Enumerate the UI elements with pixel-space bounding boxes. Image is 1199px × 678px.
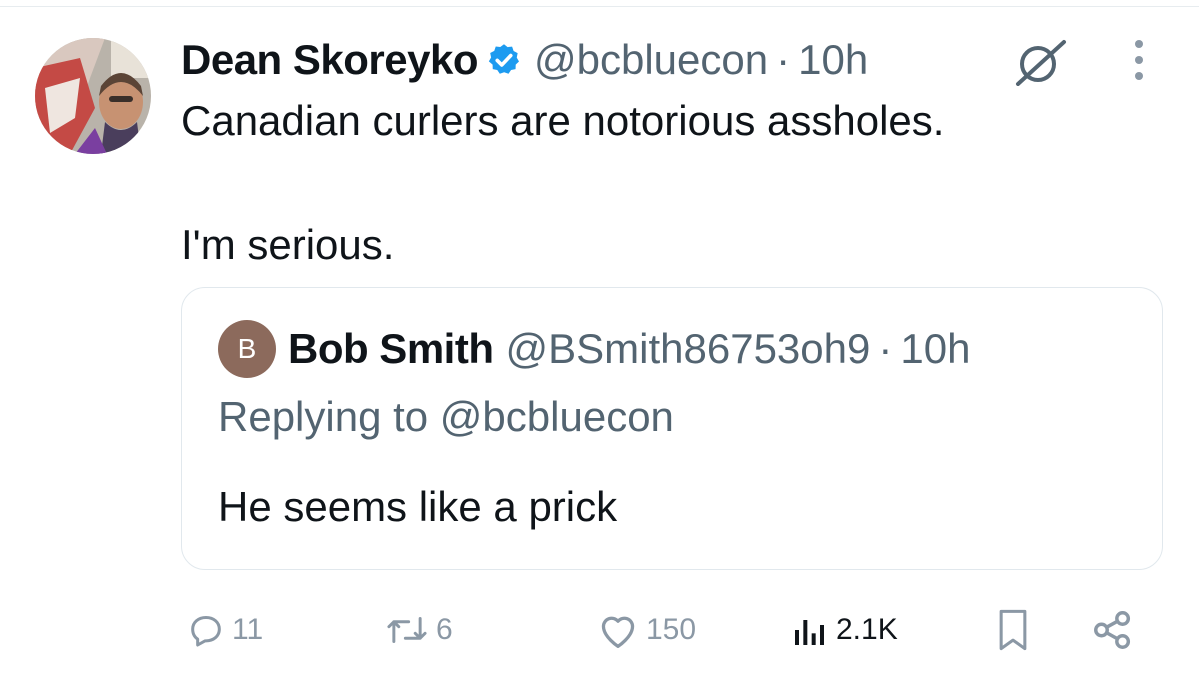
replying-to-label: Replying to @bcbluecon	[218, 393, 674, 440]
like-count: 150	[646, 613, 697, 646]
avatar-image	[35, 38, 151, 154]
quoted-author-handle[interactable]: @BSmith86753oh9	[505, 325, 870, 373]
tweet-text: Canadian curlers are notorious assholes.…	[181, 97, 945, 268]
like-icon	[601, 616, 635, 648]
quoted-tweet-text: He seems like a prick	[218, 483, 618, 530]
quoted-author-avatar[interactable]: B	[218, 320, 276, 378]
share-button[interactable]	[1090, 600, 1142, 660]
bookmark-icon	[999, 609, 1027, 651]
author-display-name[interactable]: Dean Skoreyko	[181, 36, 478, 84]
like-button[interactable]: 150	[596, 600, 696, 660]
tweet-timestamp[interactable]: 10h	[798, 36, 868, 84]
quoted-tweet-timestamp[interactable]: 10h	[900, 325, 970, 373]
reply-button[interactable]: 11	[186, 600, 263, 660]
more-options-icon[interactable]	[1128, 38, 1150, 82]
views-count: 2.1K	[836, 613, 898, 646]
author-handle[interactable]: @bcbluecon	[534, 36, 768, 84]
header-separator: ·	[776, 36, 791, 83]
tweet-header: Dean Skoreyko @bcbluecon · 10h	[181, 30, 868, 90]
grok-icon[interactable]	[1012, 38, 1068, 86]
quoted-author-display-name[interactable]: Bob Smith	[288, 325, 494, 373]
repost-icon	[387, 617, 427, 643]
top-divider	[0, 6, 1199, 7]
reply-count: 11	[232, 613, 264, 646]
views-icon	[795, 620, 824, 645]
bookmark-button[interactable]	[996, 600, 1036, 660]
reply-icon	[191, 616, 221, 647]
views-button[interactable]: 2.1K	[790, 600, 898, 660]
share-icon	[1094, 611, 1131, 649]
repost-button[interactable]: 6	[384, 600, 453, 660]
author-avatar[interactable]	[35, 38, 151, 154]
quoted-header-separator: ·	[878, 325, 893, 372]
tweet-actions-bar: 11 6 150 2.1K	[0, 600, 1199, 660]
quoted-tweet-card[interactable]: B Bob Smith @BSmith86753oh9 · 10h Replyi…	[181, 287, 1163, 570]
repost-count: 6	[436, 613, 453, 646]
verified-badge-icon	[488, 44, 519, 74]
quoted-tweet-header: B Bob Smith @BSmith86753oh9 · 10h	[218, 320, 970, 378]
